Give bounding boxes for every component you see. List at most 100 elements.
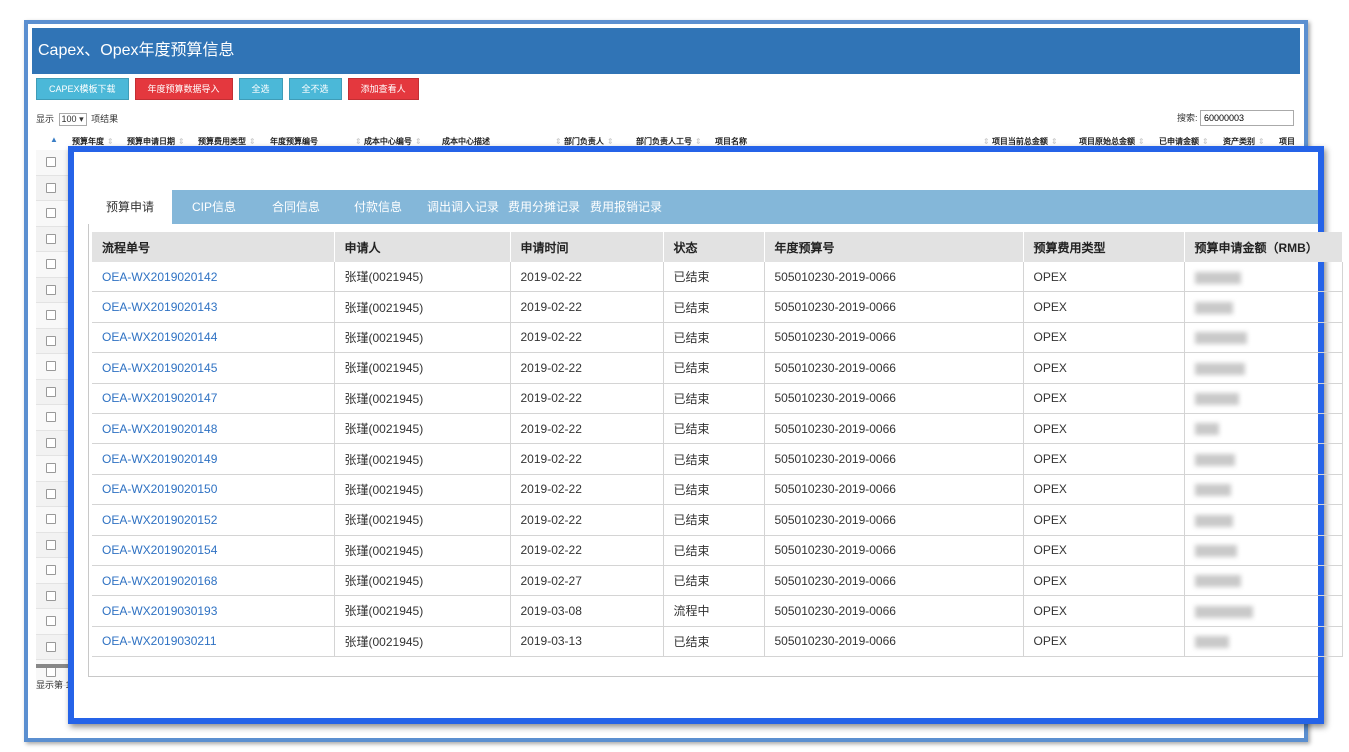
process-number-link[interactable]: OEA-WX2019020148 (92, 413, 335, 445)
tab-cost-allocation-records[interactable]: 费用分摊记录 (508, 190, 580, 224)
row-checkbox[interactable] (46, 182, 56, 193)
deselect-all-button[interactable]: 全不选 (288, 78, 342, 100)
amount-cell (1184, 322, 1343, 354)
redacted-amount (1194, 514, 1233, 527)
table-row[interactable]: OEA-WX2019030193 张瑾(0021945) 2019-03-08 流程中… (92, 595, 1343, 627)
table-row[interactable]: OEA-WX2019020168 张瑾(0021945) 2019-02-27 已结束… (92, 565, 1343, 597)
redacted-amount (1194, 453, 1235, 466)
table-row[interactable]: OEA-WX2019020149 张瑾(0021945) 2019-02-22 已结束… (92, 443, 1343, 475)
budget-number-cell: 505010230-2019-0066 (764, 535, 1024, 566)
row-checkbox[interactable] (46, 259, 56, 269)
table-row[interactable]: OEA-WX2019020152 张瑾(0021945) 2019-02-22 已结束… (92, 504, 1343, 536)
applicant-cell: 张瑾(0021945) (334, 322, 511, 354)
applicant-cell: 张瑾(0021945) (334, 413, 511, 445)
tab-cip-info[interactable]: CIP信息 (192, 190, 236, 224)
tab-payment-info[interactable]: 付款信息 (354, 190, 402, 224)
budget-number-cell: 505010230-2019-0066 (764, 291, 1024, 323)
applicant-cell: 张瑾(0021945) (334, 352, 511, 384)
column-header-applicant: 申请人 (334, 232, 511, 262)
expense-type-cell: OPEX (1023, 565, 1185, 597)
process-number-link[interactable]: OEA-WX2019020142 (92, 262, 335, 293)
process-number-link[interactable]: OEA-WX2019020143 (92, 291, 335, 323)
row-checkbox[interactable] (46, 667, 56, 677)
amount-cell (1184, 595, 1343, 627)
row-checkbox[interactable] (46, 641, 56, 652)
select-all-button[interactable]: 全选 (238, 78, 283, 100)
row-checkbox[interactable] (46, 565, 56, 575)
applicant-cell: 张瑾(0021945) (334, 262, 511, 293)
expense-type-cell: OPEX (1023, 322, 1185, 354)
table-row[interactable]: OEA-WX2019020154 张瑾(0021945) 2019-02-22 已结束… (92, 535, 1343, 566)
tab-transfer-records[interactable]: 调出调入记录 (427, 190, 499, 224)
row-checkbox[interactable] (46, 412, 56, 422)
budget-number-cell: 505010230-2019-0066 (764, 413, 1024, 445)
table-row[interactable]: OEA-WX2019030211 张瑾(0021945) 2019-03-13 已结束… (92, 626, 1343, 658)
table-row[interactable]: OEA-WX2019020142 张瑾(0021945) 2019-02-22 已结束… (92, 262, 1343, 293)
tab-expense-reimbursement-records[interactable]: 费用报销记录 (590, 190, 662, 224)
row-checkbox[interactable] (46, 514, 56, 524)
column-header-expense-type: 预算费用类型 (1023, 232, 1185, 262)
process-number-link[interactable]: OEA-WX2019020145 (92, 352, 335, 384)
status-cell: 已结束 (663, 262, 765, 293)
process-number-link[interactable]: OEA-WX2019020168 (92, 565, 335, 597)
status-cell: 已结束 (663, 322, 765, 354)
pagination-info: 显示第 1 (36, 680, 71, 690)
row-checkbox[interactable] (46, 437, 56, 448)
budget-number-cell: 505010230-2019-0066 (764, 626, 1024, 658)
process-number-link[interactable]: OEA-WX2019030193 (92, 595, 335, 627)
apply-date-cell: 2019-03-13 (510, 626, 664, 658)
applicant-cell: 张瑾(0021945) (334, 474, 511, 506)
row-checkbox[interactable] (46, 233, 56, 244)
status-cell: 已结束 (663, 535, 765, 566)
tab-contract-info[interactable]: 合同信息 (272, 190, 320, 224)
process-number-link[interactable]: OEA-WX2019030211 (92, 626, 335, 658)
table-row[interactable]: OEA-WX2019020150 张瑾(0021945) 2019-02-22 已结束… (92, 474, 1343, 506)
process-number-link[interactable]: OEA-WX2019020144 (92, 322, 335, 354)
amount-cell (1184, 504, 1343, 536)
page-size-value: 100 (61, 114, 77, 124)
budget-number-cell: 505010230-2019-0066 (764, 383, 1024, 414)
row-checkbox[interactable] (46, 208, 56, 218)
tab-budget-application[interactable]: 预算申请 (88, 190, 173, 224)
row-checkbox[interactable] (46, 488, 56, 499)
row-checkbox[interactable] (46, 539, 56, 550)
status-cell: 已结束 (663, 291, 765, 323)
apply-date-cell: 2019-02-22 (510, 443, 664, 475)
capex-template-download-button[interactable]: CAPEX模板下载 (36, 78, 129, 100)
process-number-link[interactable]: OEA-WX2019020149 (92, 443, 335, 475)
column-header-process-no: 流程单号 (92, 232, 335, 262)
row-checkbox[interactable] (46, 463, 56, 473)
process-number-link[interactable]: OEA-WX2019020152 (92, 504, 335, 536)
annual-budget-import-button[interactable]: 年度预算数据导入 (134, 78, 233, 100)
search-input[interactable] (1200, 110, 1294, 126)
applicant-cell: 张瑾(0021945) (334, 504, 511, 536)
row-checkbox[interactable] (46, 616, 56, 626)
process-number-link[interactable]: OEA-WX2019020154 (92, 535, 335, 566)
window-title: Capex、Opex年度预算信息 (32, 28, 1300, 74)
budget-number-cell: 505010230-2019-0066 (764, 262, 1024, 293)
redacted-amount (1194, 575, 1241, 588)
row-checkbox[interactable] (46, 335, 56, 346)
row-checkbox[interactable] (46, 284, 56, 295)
table-row[interactable]: OEA-WX2019020143 张瑾(0021945) 2019-02-22 已结束… (92, 291, 1343, 323)
expense-type-cell: OPEX (1023, 291, 1185, 323)
page-size-select[interactable]: 100 ▾ (58, 113, 87, 126)
applicant-cell: 张瑾(0021945) (334, 443, 511, 475)
status-cell: 已结束 (663, 504, 765, 536)
row-checkbox[interactable] (46, 157, 56, 167)
table-row[interactable]: OEA-WX2019020144 张瑾(0021945) 2019-02-22 已结束… (92, 322, 1343, 354)
process-number-link[interactable]: OEA-WX2019020150 (92, 474, 335, 506)
process-number-link[interactable]: OEA-WX2019020147 (92, 383, 335, 414)
table-row[interactable]: OEA-WX2019020145 张瑾(0021945) 2019-02-22 已结束… (92, 352, 1343, 384)
row-checkbox[interactable] (46, 386, 56, 397)
row-checkbox[interactable] (46, 590, 56, 601)
row-checkbox[interactable] (46, 361, 56, 371)
expense-type-cell: OPEX (1023, 352, 1185, 384)
table-row[interactable]: OEA-WX2019020148 张瑾(0021945) 2019-02-22 已结束… (92, 413, 1343, 445)
add-viewer-button[interactable]: 添加查看人 (347, 78, 419, 100)
applicant-cell: 张瑾(0021945) (334, 535, 511, 566)
row-checkbox[interactable] (46, 310, 56, 320)
redacted-amount (1194, 423, 1219, 436)
table-row[interactable]: OEA-WX2019020147 张瑾(0021945) 2019-02-22 已结束… (92, 383, 1343, 414)
sort-ascending-icon[interactable]: ▲ (50, 135, 58, 144)
